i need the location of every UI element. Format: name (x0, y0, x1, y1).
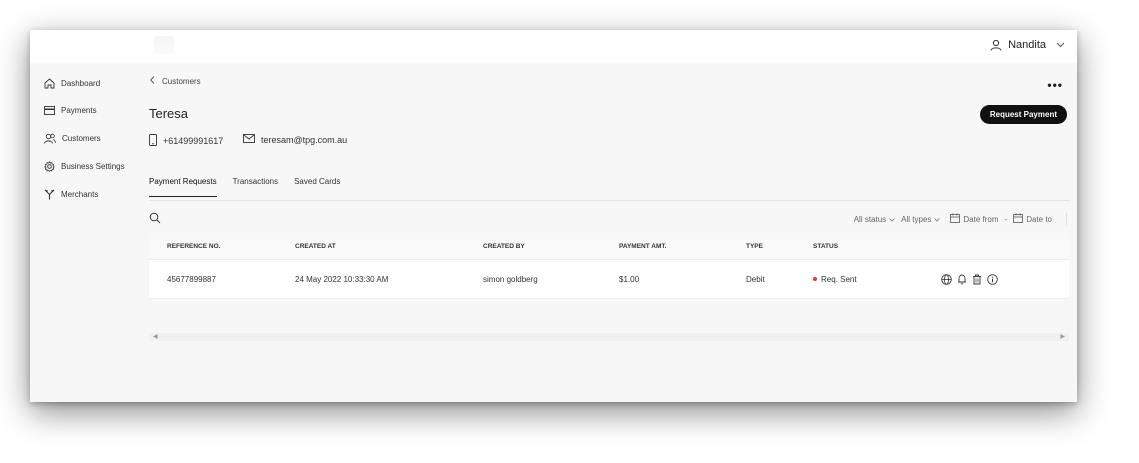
chevron-down-icon (934, 215, 941, 224)
search-icon[interactable] (149, 211, 161, 229)
tab-transactions[interactable]: Transactions (233, 177, 279, 197)
amount-cell: $1.00 (619, 274, 640, 284)
globe-icon[interactable] (941, 273, 952, 285)
column-header: REFERENCE NO. (167, 242, 221, 250)
breadcrumb-label: Customers (162, 76, 201, 86)
chevron-down-icon (889, 215, 895, 224)
sidebar-item-label: Merchants (61, 190, 99, 199)
more-options-icon[interactable]: ••• (1047, 78, 1063, 92)
date-to-filter[interactable]: Date to (1013, 213, 1052, 225)
calendar-icon (950, 213, 961, 225)
type-filter[interactable]: All types (901, 215, 941, 224)
filter-bar: All status All types Date from - Date to (854, 213, 1067, 225)
status-filter[interactable]: All status (854, 215, 895, 224)
logo (154, 36, 174, 54)
mail-icon (243, 134, 255, 145)
trash-icon[interactable] (972, 274, 982, 285)
date-from-filter[interactable]: Date from (950, 213, 999, 225)
created-by-cell: simon goldberg (483, 274, 538, 284)
table-header: REFERENCE NO. CREATED AT CREATED BY PAYM… (149, 233, 1069, 260)
scroll-right-icon[interactable]: ▶ (1060, 333, 1065, 340)
divider (149, 200, 1069, 201)
card-icon (44, 106, 55, 115)
request-payment-button[interactable]: Request Payment (979, 105, 1067, 124)
info-icon[interactable] (987, 273, 998, 285)
sidebar-item-dashboard[interactable]: Dashboard (44, 78, 100, 89)
sidebar-item-label: Customers (62, 134, 101, 143)
phone-value: +61499991617 (163, 136, 224, 146)
divider (1066, 213, 1067, 225)
sidebar-item-label: Payments (61, 106, 97, 115)
scroll-left-icon[interactable]: ◀ (153, 333, 158, 340)
email-value: teresam@tpg.com.au (261, 134, 348, 145)
sidebar-item-business-settings[interactable]: Business Settings (44, 161, 125, 172)
user-icon (990, 39, 1002, 51)
sidebar-item-merchants[interactable]: Merchants (44, 189, 98, 200)
type-cell: Debit (746, 274, 765, 284)
user-name: Nandita (1008, 39, 1046, 51)
main-content: Customers ••• Teresa Request Payment +61… (140, 63, 1077, 402)
sidebar-item-customers[interactable]: Customers (44, 133, 101, 144)
date-separator: - (1004, 214, 1008, 224)
customer-email: teresam@tpg.com.au (243, 134, 347, 145)
tab-bar: Payment Requests Transactions Saved Card… (149, 177, 340, 197)
users-icon (44, 133, 56, 144)
horizontal-scrollbar[interactable]: ◀ ▶ (149, 333, 1069, 341)
page-title: Teresa (149, 106, 189, 121)
top-bar: Nandita (30, 30, 1077, 63)
sidebar-item-payments[interactable]: Payments (44, 106, 97, 115)
gear-icon (44, 161, 55, 172)
bell-icon[interactable] (957, 274, 967, 285)
phone-icon (149, 134, 157, 148)
tab-payment-requests[interactable]: Payment Requests (149, 177, 217, 197)
merchant-icon (44, 189, 55, 200)
column-header: CREATED BY (483, 242, 525, 250)
chevron-left-icon (150, 76, 155, 86)
calendar-icon (1013, 213, 1024, 225)
row-actions (941, 273, 998, 285)
sidebar: Dashboard Payments Customers Business Se… (30, 63, 140, 402)
created-at-cell: 24 May 2022 10:33:30 AM (295, 274, 389, 284)
customer-phone: +61499991617 (149, 134, 223, 148)
home-icon (44, 78, 55, 89)
user-menu[interactable]: Nandita (990, 39, 1065, 51)
tab-saved-cards[interactable]: Saved Cards (294, 177, 340, 197)
table-row[interactable]: 45677899887 24 May 2022 10:33:30 AM simo… (149, 260, 1069, 299)
column-header: TYPE (746, 242, 763, 250)
column-header: STATUS (813, 242, 839, 250)
column-header: PAYMENT AMT. (619, 242, 667, 250)
status-dot (813, 277, 817, 282)
sidebar-item-label: Dashboard (61, 79, 101, 88)
status-cell: Req. Sent (813, 275, 857, 284)
sidebar-item-label: Business Settings (61, 162, 125, 171)
status-label: Req. Sent (821, 274, 857, 284)
payment-requests-table: REFERENCE NO. CREATED AT CREATED BY PAYM… (149, 233, 1069, 299)
breadcrumb-back[interactable]: Customers (150, 76, 201, 86)
app-window: Nandita Dashboard Payments Customers Bus… (30, 30, 1077, 402)
column-header: CREATED AT (295, 242, 336, 250)
reference-cell: 45677899887 (167, 274, 216, 284)
chevron-down-icon (1056, 42, 1065, 48)
